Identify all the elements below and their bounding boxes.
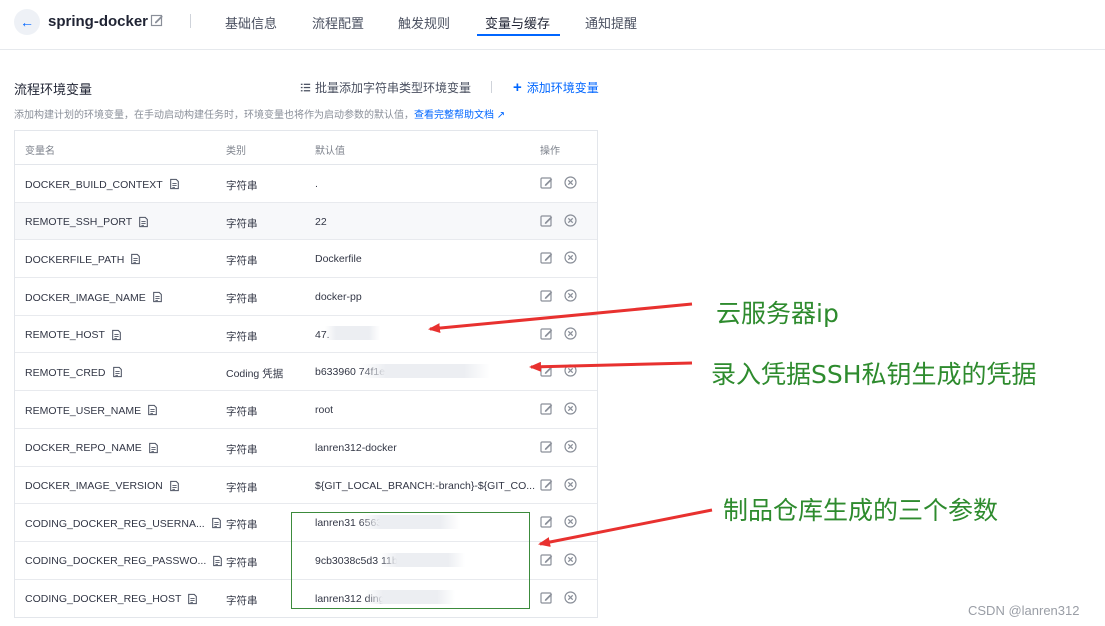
arrow-artifact: [538, 508, 713, 547]
arrow-cloud-ip: [428, 302, 693, 334]
watermark: CSDN @lanren312: [968, 603, 1080, 618]
annotation-arrows: [428, 302, 713, 547]
annotation-ssh-cred: 录入凭据SSH私钥生成的凭据: [711, 360, 1037, 389]
arrow-ssh-cred: [529, 361, 693, 372]
annotation-cloud-ip: 云服务器ip: [716, 299, 839, 328]
annotation-artifact-params: 制品仓库生成的三个参数: [723, 496, 999, 525]
